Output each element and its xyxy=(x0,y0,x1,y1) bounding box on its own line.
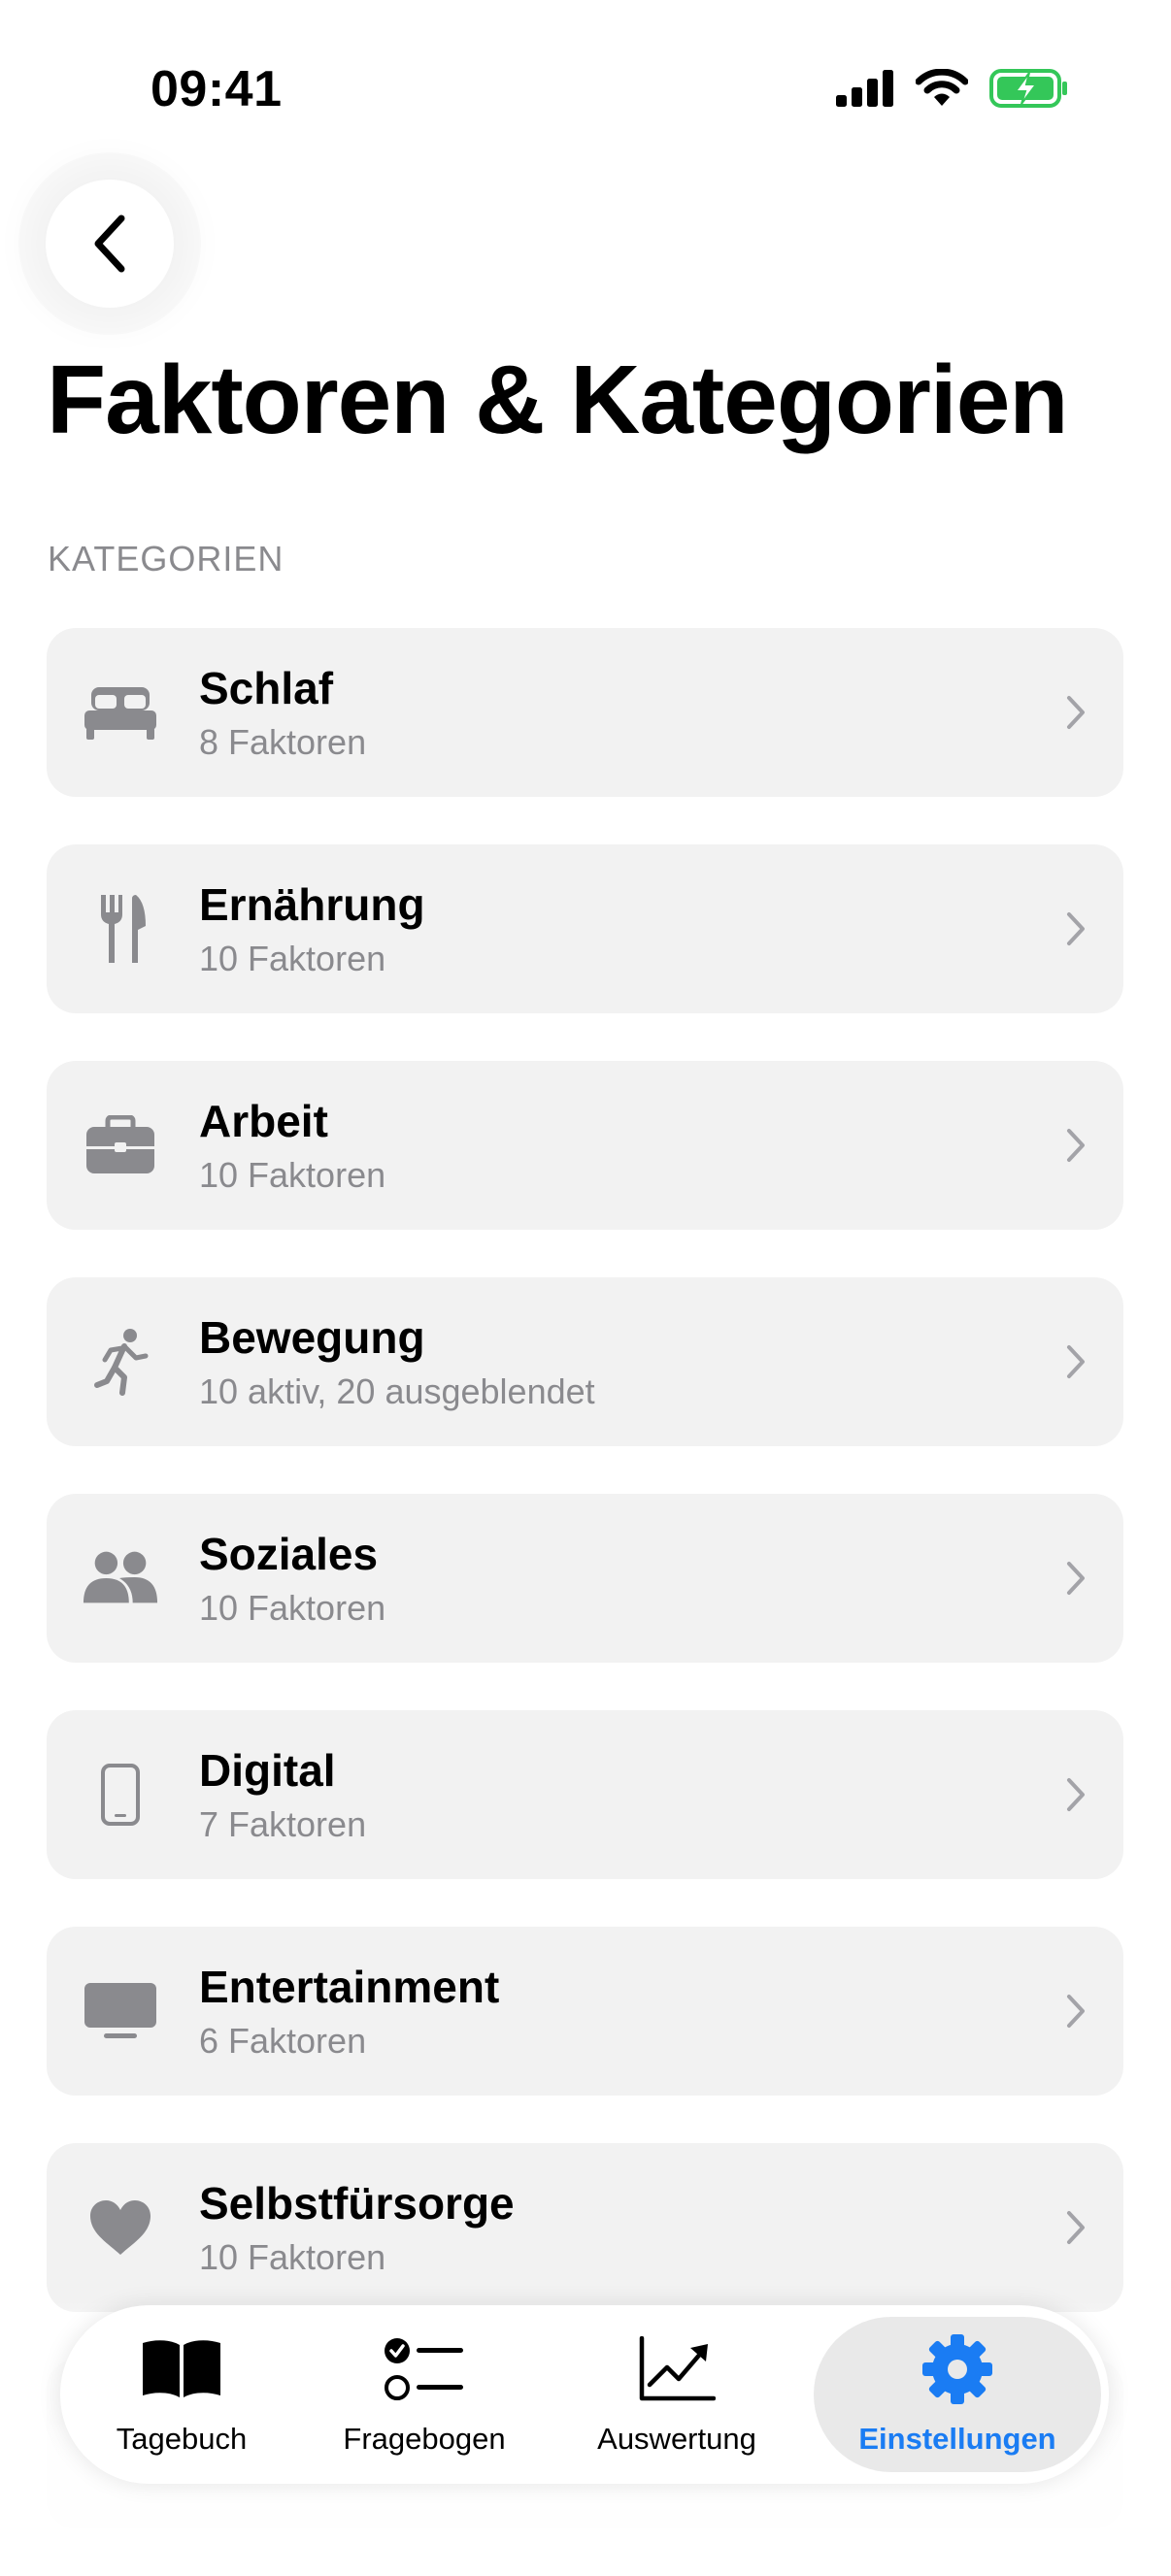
chevron-right-icon xyxy=(1067,1345,1085,1378)
status-time: 09:41 xyxy=(151,61,283,117)
status-bar: 09:41 xyxy=(0,0,1171,184)
category-title: Soziales xyxy=(199,1529,379,1579)
category-row-selbstfuersorge[interactable]: Selbstfürsorge 10 Faktoren xyxy=(47,2143,1123,2312)
tab-label: Tagebuch xyxy=(116,2422,248,2456)
bed-icon xyxy=(82,674,159,751)
category-row-entertainment[interactable]: Entertainment 6 Faktoren xyxy=(47,1927,1123,2096)
category-subtitle: 10 aktiv, 20 ausgeblendet xyxy=(199,1371,595,1411)
chevron-right-icon xyxy=(1067,1995,1085,2028)
briefcase-icon xyxy=(82,1106,159,1184)
battery-charging-icon xyxy=(989,69,1067,108)
fork-knife-icon xyxy=(82,890,159,968)
category-row-soziales[interactable]: Soziales 10 Faktoren xyxy=(47,1494,1123,1663)
category-subtitle: 8 Faktoren xyxy=(199,722,367,762)
tab-label: Einstellungen xyxy=(858,2422,1056,2456)
tab-fragebogen[interactable]: Fragebogen xyxy=(337,2317,512,2472)
tab-label: Auswertung xyxy=(597,2422,756,2456)
smartphone-icon xyxy=(82,1756,159,1833)
tab-bar: Tagebuch Fragebogen Auswertung Einstellu… xyxy=(60,2305,1109,2484)
chevron-right-icon xyxy=(1067,1778,1085,1811)
category-title: Ernährung xyxy=(199,879,425,930)
category-subtitle: 10 Faktoren xyxy=(199,1588,386,1628)
book-icon xyxy=(138,2330,225,2408)
back-button[interactable] xyxy=(46,180,174,308)
category-title: Schlaf xyxy=(199,663,334,713)
chevron-right-icon xyxy=(1067,2211,1085,2244)
chevron-right-icon xyxy=(1067,696,1085,729)
tab-einstellungen[interactable]: Einstellungen xyxy=(814,2317,1101,2472)
chevron-right-icon xyxy=(1067,1562,1085,1595)
chart-trend-icon xyxy=(633,2330,720,2408)
running-figure-icon xyxy=(82,1323,159,1401)
page-title: Faktoren & Kategorien xyxy=(47,346,1068,454)
category-row-ernaehrung[interactable]: Ernährung 10 Faktoren xyxy=(47,844,1123,1013)
gear-icon xyxy=(914,2330,1001,2408)
section-header: KATEGORIEN xyxy=(48,539,284,578)
category-list: Schlaf 8 Faktoren Ernährung 10 Faktoren xyxy=(47,628,1123,2576)
category-title: Bewegung xyxy=(199,1312,425,1363)
cellular-signal-icon xyxy=(836,70,893,107)
status-icons xyxy=(836,68,1069,109)
wifi-icon xyxy=(916,69,968,106)
category-row-bewegung[interactable]: Bewegung 10 aktiv, 20 ausgeblendet xyxy=(47,1277,1123,1446)
category-subtitle: 10 Faktoren xyxy=(199,1155,386,1195)
tab-tagebuch[interactable]: Tagebuch xyxy=(99,2317,264,2472)
category-subtitle: 10 Faktoren xyxy=(199,939,386,978)
category-row-digital[interactable]: Digital 7 Faktoren xyxy=(47,1710,1123,1879)
chevron-left-icon xyxy=(94,215,125,273)
heart-icon xyxy=(82,2189,159,2266)
category-subtitle: 10 Faktoren xyxy=(199,2237,386,2277)
checklist-icon xyxy=(381,2330,468,2408)
tab-label: Fragebogen xyxy=(343,2422,506,2456)
chevron-right-icon xyxy=(1067,1129,1085,1162)
category-title: Digital xyxy=(199,1745,336,1796)
tv-icon xyxy=(82,1972,159,2050)
tab-auswertung[interactable]: Auswertung xyxy=(589,2317,764,2472)
category-subtitle: 7 Faktoren xyxy=(199,1804,367,1844)
chevron-right-icon xyxy=(1067,912,1085,945)
category-subtitle: 6 Faktoren xyxy=(199,2021,367,2061)
category-row-schlaf[interactable]: Schlaf 8 Faktoren xyxy=(47,628,1123,797)
category-row-arbeit[interactable]: Arbeit 10 Faktoren xyxy=(47,1061,1123,1230)
category-title: Entertainment xyxy=(199,1962,500,2012)
people-icon xyxy=(82,1539,159,1617)
category-title: Arbeit xyxy=(199,1096,328,1146)
category-title: Selbstfürsorge xyxy=(199,2178,515,2229)
